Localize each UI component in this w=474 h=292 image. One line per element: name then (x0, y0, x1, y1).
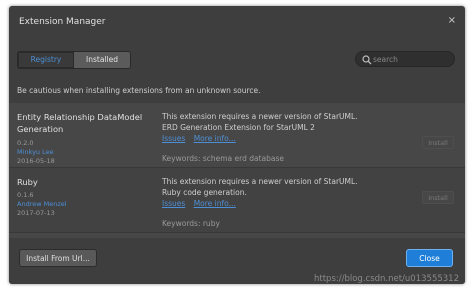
extension-name: Entity Relationship DataModel Generation (17, 112, 143, 134)
list-item: Ruby 0.1.6 Andrew Menzel 2017-07-13 This… (9, 168, 465, 232)
issues-link[interactable]: Issues (162, 134, 185, 143)
more-info-link[interactable]: More info... (194, 134, 236, 143)
install-from-url-button[interactable]: Install From Url... (19, 249, 97, 267)
extension-description: This extension requires a newer version … (162, 112, 358, 132)
watermark-text: https://blog.csdn.net/u013555312 (314, 274, 459, 284)
list-item: Entity Relationship DataModel Generation… (9, 103, 465, 167)
extension-keywords: Keywords: ruby (162, 219, 220, 228)
search-input[interactable] (373, 53, 449, 65)
close-button[interactable]: Close (406, 249, 453, 267)
install-button[interactable]: Install (422, 136, 454, 149)
title-bar: Extension Manager × (9, 6, 465, 38)
warning-notice: Be cautious when installing extensions f… (17, 86, 261, 95)
extension-date: 2017-07-13 (17, 209, 55, 217)
tab-registry[interactable]: Registry (18, 52, 74, 68)
extension-manager-dialog: Extension Manager × Registry Installed B… (9, 6, 465, 284)
extension-version: 0.1.6 (17, 191, 34, 199)
more-info-link[interactable]: More info... (194, 199, 236, 208)
search-box[interactable] (355, 51, 455, 67)
search-icon (362, 55, 372, 65)
extension-version: 0.2.0 (17, 139, 34, 147)
install-button[interactable]: Install (422, 191, 454, 204)
extension-date: 2016-05-18 (17, 157, 55, 165)
extension-author[interactable]: Minkyu Lee (17, 148, 54, 157)
extension-keywords: Keywords: schema erd database (162, 154, 285, 163)
issues-link[interactable]: Issues (162, 199, 185, 208)
close-icon[interactable]: × (448, 15, 456, 26)
extension-name: Ruby (17, 177, 38, 187)
extension-links: Issues More info... (162, 199, 242, 209)
dialog-title: Extension Manager (19, 17, 106, 27)
tab-bar: Registry Installed (17, 51, 131, 69)
tab-installed[interactable]: Installed (74, 52, 130, 68)
extension-author[interactable]: Andrew Menzel (17, 200, 67, 209)
extension-links: Issues More info... (162, 134, 242, 144)
extension-list[interactable]: Entity Relationship DataModel Generation… (9, 103, 465, 238)
extension-description: This extension requires a newer version … (162, 177, 358, 197)
